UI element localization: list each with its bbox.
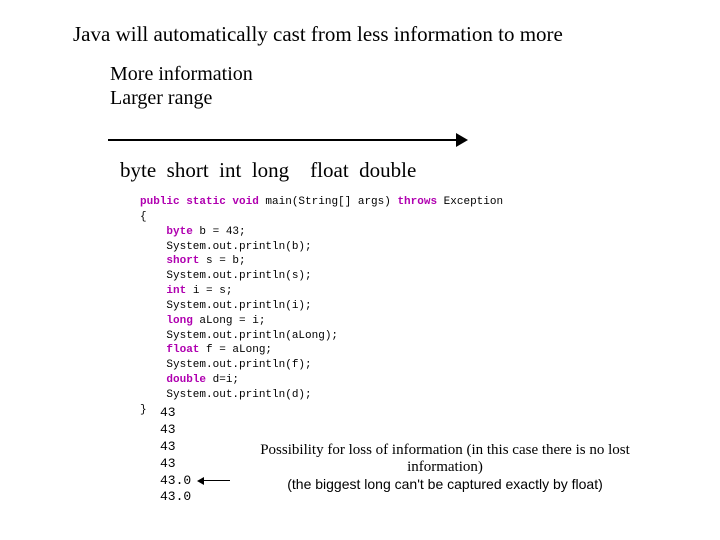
subtitle-line-2: Larger range [110,86,253,110]
arrow-head-icon [456,133,468,147]
subtitle-block: More information Larger range [110,62,253,110]
subtitle-line-1: More information [110,62,253,86]
code-line: System.out.println(b); [140,240,503,255]
type-sequence: byte short int long float double [120,158,416,183]
type-byte: byte [120,158,156,183]
output-line: 43 [160,456,191,473]
direction-arrow [108,130,468,150]
program-output: 43 43 43 43 43.0 43.0 [160,405,191,506]
type-int: int [219,158,241,183]
code-line: System.out.println(aLong); [140,329,503,344]
callout-arrow-head-icon [197,477,204,485]
code-line: } [140,403,503,418]
code-sample: public static void main(String[] args) t… [140,195,503,418]
code-line: System.out.println(s); [140,269,503,284]
code-line: double d=i; [140,373,503,388]
type-short: short [167,158,209,183]
output-line: 43 [160,439,191,456]
output-line: 43 [160,405,191,422]
code-line: float f = aLong; [140,343,503,358]
page-title: Java will automatically cast from less i… [73,22,563,47]
code-line: int i = s; [140,284,503,299]
code-line: System.out.println(d); [140,388,503,403]
type-double: double [359,158,416,183]
code-line: { [140,210,503,225]
code-line: short s = b; [140,254,503,269]
output-line: 43.0 [160,489,191,506]
type-float: float [310,158,348,183]
arrow-line [108,139,458,141]
callout-arrow-line [203,480,230,481]
footnote: Possibility for loss of information (in … [230,442,660,492]
footnote-line-2: (the biggest long can't be captured exac… [230,476,660,492]
code-line: public static void main(String[] args) t… [140,195,503,210]
code-line: System.out.println(f); [140,358,503,373]
callout-arrow [197,476,230,486]
code-line: System.out.println(i); [140,299,503,314]
output-line: 43 [160,422,191,439]
footnote-line-1: Possibility for loss of information (in … [230,442,660,476]
type-long: long [252,158,289,183]
slide: Java will automatically cast from less i… [0,0,720,540]
output-line: 43.0 [160,473,191,490]
code-line: long aLong = i; [140,314,503,329]
code-line: byte b = 43; [140,225,503,240]
